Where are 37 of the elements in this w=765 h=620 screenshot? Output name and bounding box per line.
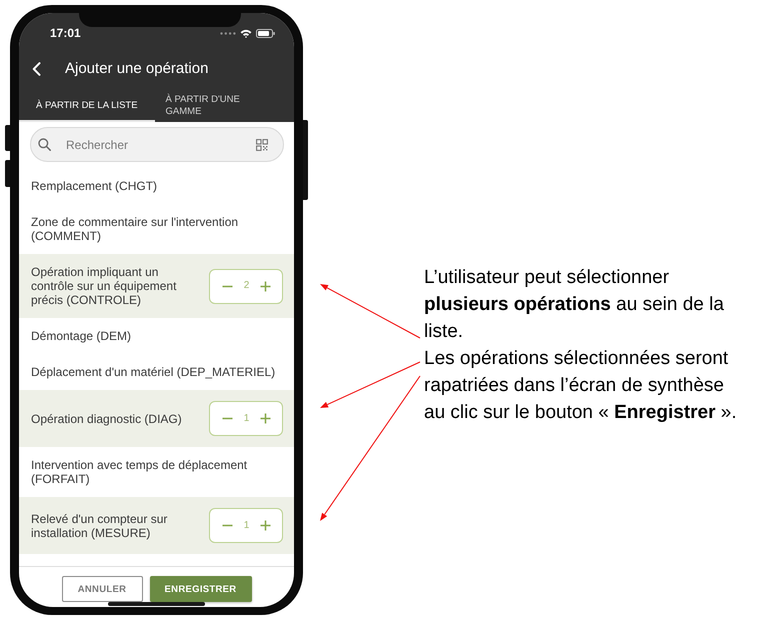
quantity-value: 1 <box>244 520 250 532</box>
wifi-icon <box>240 28 252 38</box>
quantity-value: 2 <box>244 280 250 292</box>
operation-label: Relevé d'un compteur sur installation (MESURE) <box>31 512 168 540</box>
operation-item[interactable]: Intervention avec temps de déplacement (FORFAIT) <box>19 447 294 497</box>
operation-label: Remplacement (CHGT) <box>31 179 158 193</box>
plus-icon[interactable] <box>260 413 271 424</box>
operation-label: Opération impliquant un contrôle sur un équipement précis (CONTROLE) <box>31 265 178 307</box>
operation-item[interactable]: Déplacement d'un matériel (DEP_MATERIEL) <box>19 354 294 390</box>
annotation-text: Les opérations sélectionnées seront rapatriées dans l’écran de synthèse au clic sur le bouton « Enregistrer ». <box>424 347 738 425</box>
operation-label: Déplacement d'un matériel (DEP_MATERIEL) <box>31 365 276 379</box>
operation-label: Intervention avec temps de déplacement (FORFAIT) <box>31 458 248 486</box>
quantity-value: 1 <box>244 412 250 424</box>
operation-item[interactable]: Remplacement (CHGT) <box>19 168 294 204</box>
search-icon <box>38 138 51 151</box>
search-field[interactable]: Rechercher <box>30 127 284 162</box>
plus-icon[interactable] <box>260 520 271 531</box>
cancel-button[interactable]: ANNULER <box>62 576 142 602</box>
tab[interactable]: À PARTIR DE LA LISTE <box>19 89 155 122</box>
operation-item[interactable]: Démontage (DEM) <box>19 318 294 354</box>
status-time: 17:01 <box>50 26 81 40</box>
plus-icon[interactable] <box>260 280 271 292</box>
operation-label: Démontage (DEM) <box>31 329 132 343</box>
annotation-text: L’utilisateur peut sélectionner plusieurs opérations au sein de la liste. <box>424 266 725 344</box>
signal-dots-icon <box>220 32 236 34</box>
operation-label: Zone de commentaire sur l'intervention (COMMENT) <box>31 215 240 243</box>
tab[interactable]: À PARTIR D'UNE GAMME <box>154 89 285 122</box>
chevron-left-icon[interactable] <box>32 62 41 76</box>
operation-label: Opération diagnostic (DIAG) <box>31 412 183 426</box>
battery-icon <box>256 28 275 38</box>
screen-title: Ajouter une opération <box>65 60 208 78</box>
operation-item[interactable]: Relevé d'un compteur sur installation (MESURE) 1 <box>19 497 294 554</box>
save-button[interactable]: ENREGISTRER <box>150 576 252 602</box>
operation-item[interactable]: Opération diagnostic (DIAG) 1 <box>19 390 294 447</box>
qr-code-icon[interactable] <box>256 139 268 151</box>
operation-item[interactable]: Zone de commentaire sur l'intervention (COMMENT) <box>19 204 294 254</box>
operation-item[interactable]: Opération impliquant un contrôle sur un équipement précis (CONTROLE) 2 <box>19 254 294 318</box>
